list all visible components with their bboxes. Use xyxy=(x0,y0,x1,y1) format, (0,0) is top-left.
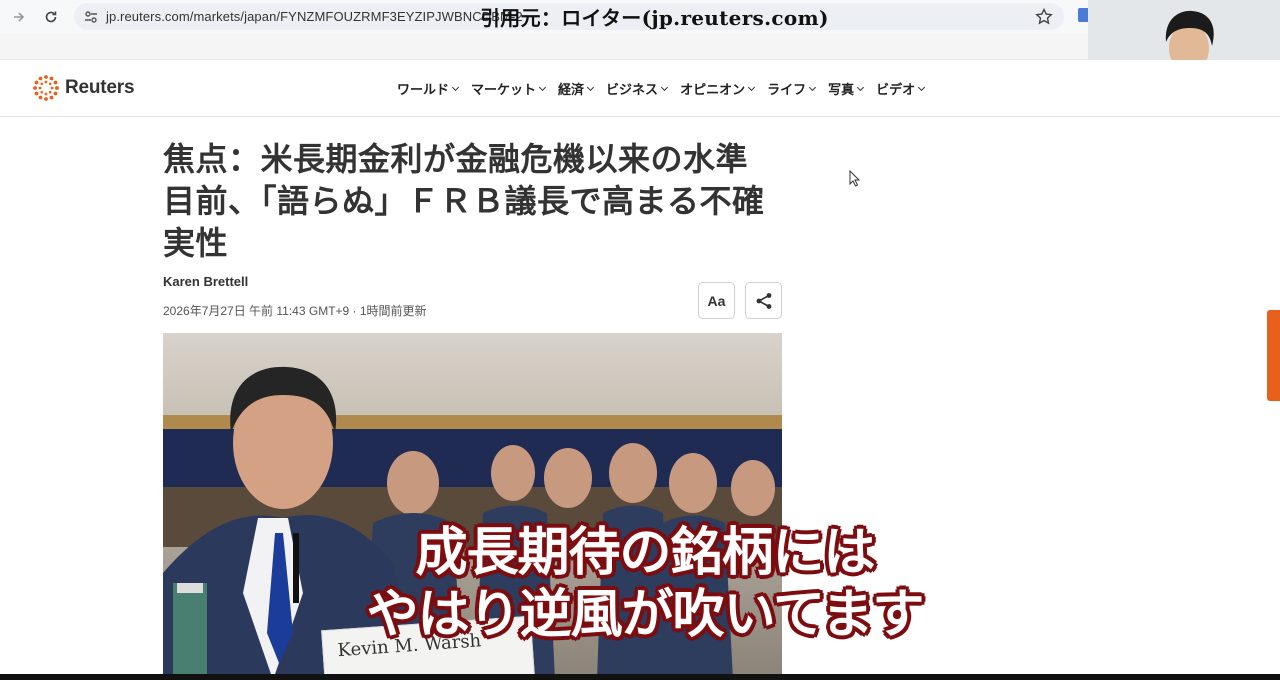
nav-item-life[interactable]: ライフ xyxy=(767,79,817,98)
feedback-tab[interactable] xyxy=(1267,310,1280,401)
reuters-logo[interactable]: Reuters xyxy=(32,74,135,102)
nav-label: ビデオ xyxy=(876,82,916,97)
site-info-icon[interactable] xyxy=(83,9,99,25)
text-size-button[interactable]: Aa xyxy=(698,282,735,319)
forward-icon[interactable] xyxy=(8,6,30,28)
reuters-logo-icon xyxy=(33,75,59,101)
logo-text: Reuters xyxy=(65,77,135,98)
nav-label: ワールド xyxy=(397,82,450,97)
reload-icon[interactable] xyxy=(40,6,62,28)
nav-item-photos[interactable]: 写真 xyxy=(828,79,865,98)
bottom-edge xyxy=(0,674,1280,680)
nav-item-economy[interactable]: 経済 xyxy=(558,79,595,98)
nav-item-markets[interactable]: マーケット xyxy=(471,79,547,98)
share-icon xyxy=(756,292,771,309)
article-headline: 焦点：米長期金利が金融危機以来の水準目前、「語らぬ」ＦＲＢ議長で高まる不確実性 xyxy=(163,141,765,261)
caption-line-2: やはり逆風が吹いてます xyxy=(366,585,926,645)
bookmarks-bar xyxy=(0,34,1090,60)
chevron-down-icon xyxy=(809,83,817,91)
video-caption: 成長期待の銘柄には やはり逆風が吹いてます xyxy=(345,522,945,646)
share-button[interactable] xyxy=(745,282,782,319)
chevron-down-icon xyxy=(918,83,926,91)
nav-item-world[interactable]: ワールド xyxy=(397,79,460,98)
screen: jp.reuters.com/markets/japan/FYNZMFOUZRM… xyxy=(0,0,1280,680)
caption-line-1: 成長期待の銘柄には xyxy=(414,523,876,583)
chevron-down-icon xyxy=(451,83,460,91)
chevron-down-icon xyxy=(661,83,669,91)
article-dateline: 2026年7月27日 午前 11:43 GMT+9 · 1時間前更新 xyxy=(163,304,427,318)
nav-label: オピニオン xyxy=(680,82,746,97)
main-nav: ワールド マーケット 経済 ビジネス オピニオン ライフ 写真 ビデオ xyxy=(397,79,926,98)
url-text[interactable]: jp.reuters.com/markets/japan/FYNZMFOUZRM… xyxy=(106,9,523,24)
browser-toolbar: jp.reuters.com/markets/japan/FYNZMFOUZRM… xyxy=(0,0,1090,34)
nav-label: マーケット xyxy=(471,82,537,97)
site-header: Reuters ワールド マーケット 経済 ビジネス オピニオン ライフ 写真 … xyxy=(0,60,1280,117)
mouse-cursor-icon xyxy=(849,170,861,187)
chevron-down-icon xyxy=(587,83,595,91)
chevron-down-icon xyxy=(748,83,756,91)
chevron-down-icon xyxy=(857,83,865,91)
bookmark-star-icon[interactable] xyxy=(1034,7,1054,27)
nav-label: 経済 xyxy=(558,82,585,97)
nav-label: 写真 xyxy=(828,82,855,97)
article-author[interactable]: Karen Brettell xyxy=(163,274,248,289)
chevron-down-icon xyxy=(538,83,547,91)
nav-item-video[interactable]: ビデオ xyxy=(876,79,926,98)
citation-overlay: 引用元：ロイター(jp.reuters.com) xyxy=(480,6,829,30)
nav-label: ライフ xyxy=(767,82,807,97)
nav-item-opinion[interactable]: オピニオン xyxy=(680,79,756,98)
nav-item-business[interactable]: ビジネス xyxy=(606,79,669,98)
nav-label: ビジネス xyxy=(606,82,659,97)
